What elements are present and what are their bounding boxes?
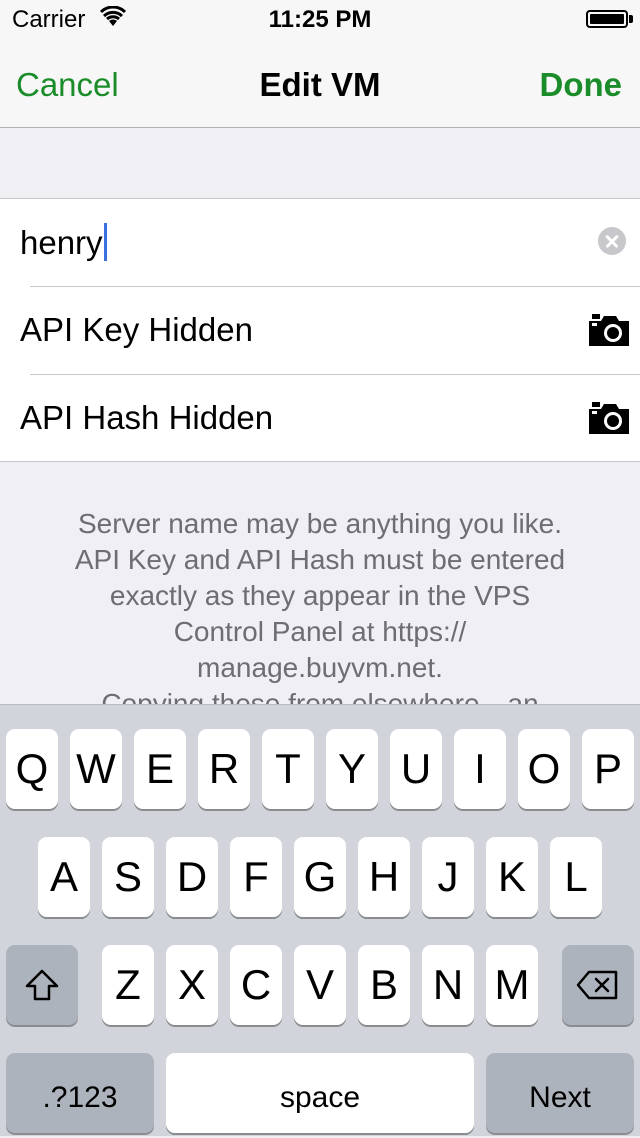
api-key-row[interactable]: API Key Hidden [0, 287, 640, 375]
key-l[interactable]: L [550, 837, 602, 917]
key-u[interactable]: U [390, 729, 442, 809]
next-key[interactable]: Next [486, 1053, 634, 1133]
key-w[interactable]: W [70, 729, 122, 809]
camera-icon[interactable] [588, 313, 630, 347]
key-e[interactable]: E [134, 729, 186, 809]
server-name-field[interactable]: henry [0, 199, 640, 287]
key-v[interactable]: V [294, 945, 346, 1025]
server-name-input[interactable]: henry [20, 223, 107, 262]
key-d[interactable]: D [166, 837, 218, 917]
key-z[interactable]: Z [102, 945, 154, 1025]
key-t[interactable]: T [262, 729, 314, 809]
clear-icon[interactable] [598, 227, 626, 255]
key-i[interactable]: I [454, 729, 506, 809]
vm-form: henry API Key Hidden API Hash Hidden [0, 198, 640, 462]
key-a[interactable]: A [38, 837, 90, 917]
key-r[interactable]: R [198, 729, 250, 809]
key-o[interactable]: O [518, 729, 570, 809]
key-j[interactable]: J [422, 837, 474, 917]
shift-key[interactable] [6, 945, 78, 1025]
navigation-bar: Cancel Edit VM Done [0, 40, 640, 128]
key-f[interactable]: F [230, 837, 282, 917]
footer-line: Control Panel at https:// [173, 616, 467, 647]
footer-line: manage.buyvm.net. [197, 652, 443, 683]
keyboard: Q W E R T Y U I O P A S D F G H J K L Z … [0, 704, 640, 1136]
key-h[interactable]: H [358, 837, 410, 917]
footer-line: Copying these from elsewhere—an [101, 688, 539, 704]
status-time: 11:25 PM [268, 6, 372, 33]
server-name-value: henry [20, 224, 103, 261]
delete-key[interactable] [562, 945, 634, 1025]
form-footer-note: Server name may be anything you like. AP… [40, 506, 600, 704]
key-m[interactable]: M [486, 945, 538, 1025]
footer-line: Server name may be anything you like. [77, 508, 563, 539]
shift-icon [25, 969, 59, 1001]
battery-tip [629, 15, 633, 23]
api-hash-row[interactable]: API Hash Hidden [0, 375, 640, 463]
text-caret [103, 223, 107, 261]
key-g[interactable]: G [294, 837, 346, 917]
space-key[interactable]: space [166, 1053, 474, 1133]
key-b[interactable]: B [358, 945, 410, 1025]
footer-line: exactly as they appear in the VPS [109, 580, 531, 611]
delete-icon [576, 970, 618, 1000]
space-label: space [279, 1081, 361, 1114]
api-hash-label: API Hash Hidden [20, 399, 274, 436]
key-c[interactable]: C [230, 945, 282, 1025]
key-s[interactable]: S [102, 837, 154, 917]
next-label: Next [529, 1081, 591, 1114]
numbers-mode-label: .?123 [42, 1081, 118, 1114]
api-key-label: API Key Hidden [20, 311, 253, 348]
key-q[interactable]: Q [6, 729, 58, 809]
key-n[interactable]: N [422, 945, 474, 1025]
key-k[interactable]: K [486, 837, 538, 917]
camera-icon[interactable] [588, 401, 630, 435]
footer-line: API Key and API Hash must be entered [74, 544, 566, 575]
numbers-mode-key[interactable]: .?123 [6, 1053, 154, 1133]
battery-icon [586, 10, 628, 28]
key-x[interactable]: X [166, 945, 218, 1025]
key-y[interactable]: Y [326, 729, 378, 809]
done-button[interactable]: Done [540, 66, 623, 104]
key-p[interactable]: P [582, 729, 634, 809]
status-bar: Carrier 11:25 PM [0, 0, 640, 40]
